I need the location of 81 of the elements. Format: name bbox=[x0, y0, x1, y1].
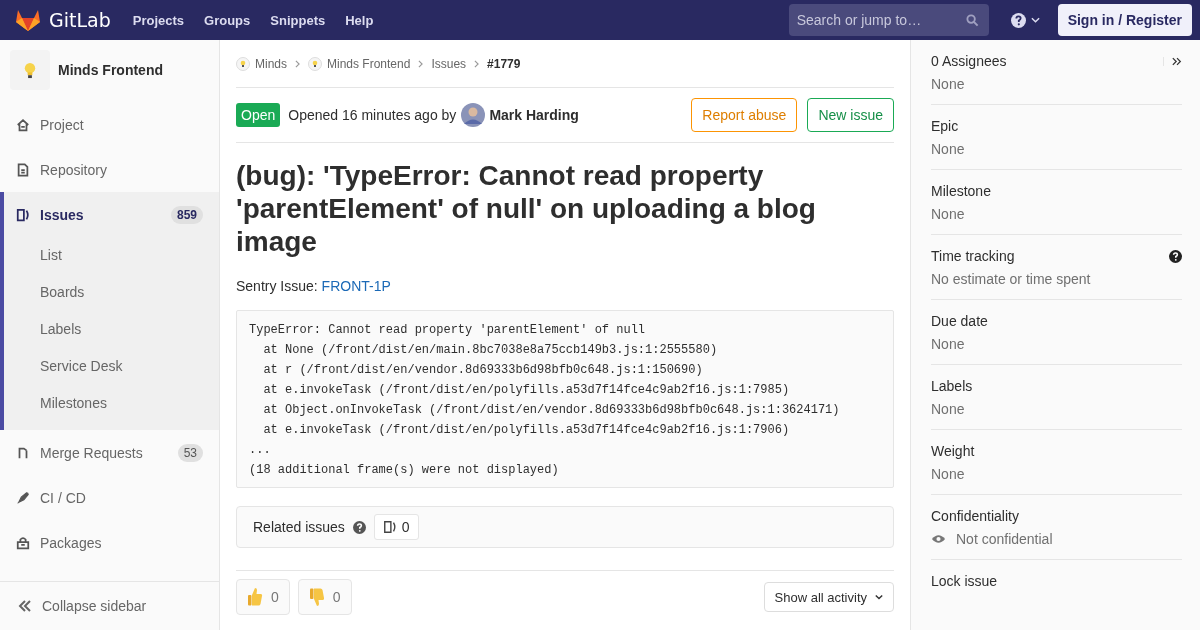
sidebar-section-value: None bbox=[931, 141, 965, 157]
sidebar-section-title: 0 Assignees bbox=[931, 53, 1007, 69]
sidebar-section-title: Weight bbox=[931, 443, 975, 459]
caret-icon bbox=[875, 594, 883, 600]
count-badge: 53 bbox=[177, 443, 203, 462]
sidebar-section-value: None bbox=[931, 336, 965, 352]
sidebar-section-value: None bbox=[931, 401, 965, 417]
fox-logo-icon[interactable] bbox=[15, 8, 41, 32]
sidebar-section-value: None bbox=[931, 466, 965, 482]
search-icon bbox=[965, 14, 979, 27]
sidebar-item[interactable]: Merge Requests 53 bbox=[0, 430, 219, 475]
nav-link[interactable]: Snippets bbox=[270, 12, 326, 28]
count-badge: 859 bbox=[170, 205, 203, 224]
chevron-icon bbox=[474, 59, 480, 68]
sidebar-section-title: Milestone bbox=[931, 183, 991, 199]
sidebar-section-value: None bbox=[931, 206, 965, 222]
house-icon bbox=[16, 117, 30, 132]
sidebar-section-value: None bbox=[931, 76, 965, 92]
breadcrumb-link[interactable]: #1779 bbox=[487, 56, 521, 71]
sidebar-subitem[interactable]: Service Desk bbox=[4, 348, 219, 385]
sidebar-subitem[interactable]: List bbox=[4, 237, 219, 274]
report-abuse-button[interactable]: Report abuse bbox=[691, 98, 798, 132]
sidebar-section-title: Due date bbox=[931, 313, 988, 329]
related-issues-label: Related issues bbox=[253, 519, 345, 535]
issues-icon bbox=[16, 207, 30, 222]
brand-name[interactable]: GitLab bbox=[49, 9, 111, 31]
sidebar-item[interactable]: Issues 859 bbox=[4, 192, 219, 237]
avatar-icon[interactable] bbox=[461, 103, 486, 127]
issues-icon bbox=[382, 520, 397, 534]
activity-filter-dropdown[interactable]: Show all activity bbox=[763, 582, 894, 612]
help-icon[interactable] bbox=[1169, 249, 1182, 263]
chevron-icon bbox=[295, 59, 300, 68]
sidebar-section-value: Not confidential bbox=[956, 531, 1053, 547]
sign-in-button[interactable]: Sign in / Register bbox=[1057, 4, 1192, 36]
sidebar-item[interactable]: Project bbox=[0, 102, 219, 147]
sidebar-section-title: Confidentiality bbox=[931, 508, 1019, 524]
breadcrumb-link[interactable]: Minds Frontend bbox=[327, 56, 411, 71]
status-badge: Open bbox=[236, 103, 281, 127]
new-issue-button[interactable]: New issue bbox=[807, 98, 894, 132]
nav-link[interactable]: Groups bbox=[204, 12, 251, 28]
sidebar-section-title: Labels bbox=[931, 378, 973, 394]
issue-title: (bug): 'TypeError: Cannot read property 'parentElement' of null' on uploading a blog image bbox=[236, 159, 817, 258]
sidebar-subitem[interactable]: Labels bbox=[4, 311, 219, 348]
chevron-icon bbox=[418, 59, 424, 68]
help-icon bbox=[1010, 12, 1026, 28]
help-icon[interactable] bbox=[352, 520, 366, 534]
lightbulb-icon bbox=[236, 56, 250, 71]
package-icon bbox=[16, 535, 30, 550]
sidebar-section-title: Epic bbox=[931, 118, 959, 134]
sidebar-item[interactable]: Packages bbox=[0, 520, 219, 565]
sidebar-section-value: No estimate or time spent bbox=[931, 271, 1091, 287]
description-text: Sentry Issue: FRONT-1P bbox=[236, 278, 392, 294]
breadcrumb-link[interactable]: Minds bbox=[255, 56, 287, 71]
caret-icon bbox=[1030, 17, 1040, 23]
author-link[interactable]: Mark Harding bbox=[489, 107, 579, 123]
sidebar-item[interactable]: Repository bbox=[0, 147, 219, 192]
eye-icon bbox=[931, 534, 946, 544]
sidebar-subitem[interactable]: Boards bbox=[4, 274, 219, 311]
project-name[interactable]: Minds Frontend bbox=[58, 62, 163, 78]
related-count-badge[interactable]: 0 bbox=[373, 514, 419, 540]
sidebar-section-title: Lock issue bbox=[931, 573, 998, 589]
lightbulb-icon bbox=[24, 61, 36, 79]
lightbulb-icon bbox=[308, 56, 322, 71]
thumbs-down-icon bbox=[308, 587, 325, 607]
search-field[interactable]: Search or jump to… bbox=[788, 4, 989, 36]
double-chevron-icon bbox=[18, 600, 32, 612]
thumbs-up-icon bbox=[247, 587, 263, 607]
thumbs-up-button[interactable]: 0 bbox=[236, 579, 290, 615]
thumbs-down-button[interactable]: 0 bbox=[297, 579, 352, 615]
nav-link[interactable]: Projects bbox=[132, 12, 185, 28]
document-icon bbox=[16, 162, 30, 177]
opened-text: Opened 16 minutes ago by bbox=[288, 107, 457, 123]
breadcrumb-link[interactable]: Issues bbox=[431, 56, 467, 71]
expand-icon[interactable] bbox=[1163, 56, 1182, 66]
sidebar-subitem[interactable]: Milestones bbox=[4, 385, 219, 422]
collapse-sidebar-button[interactable]: Collapse sidebar bbox=[0, 581, 219, 630]
sidebar-section-title: Time tracking bbox=[931, 248, 1015, 264]
sidebar-item[interactable]: CI / CD bbox=[0, 475, 219, 520]
sentry-link[interactable]: FRONT-1P bbox=[321, 278, 391, 294]
nav-link[interactable]: Help bbox=[345, 12, 374, 28]
code-block: TypeError: Cannot read property 'parentElement' of null at None (/front/dist/en/main.8bc7038e8a75ccb149b3.js:1:2555580) at r (/front/dist/en/vendor.8d69333b6d98bfb0c648.js:1:150690) at e.invokeTask (/front/dist/en/polyfills.a53d7f14fce4c9ab2f16.js:1:7985) at Object.onInvokeTask (/front/dist/en/vendor.8d69333b6d98bfb0c648.js:1:3624171) at e.invokeTask (/front/dist/en/polyfills.a53d7f14fce4c9ab2f16.js:1:7906) ... (18 additional frame(s) were not displayed) bbox=[236, 310, 894, 488]
